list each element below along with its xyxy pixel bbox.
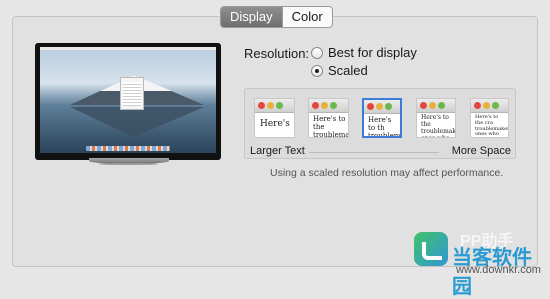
more-space-label: More Space (451, 145, 511, 157)
radio-scaled[interactable]: Scaled (311, 63, 368, 78)
scaled-options-box: Here's Here's to the troublemake Here's … (244, 88, 516, 159)
resolution-label: Resolution: (244, 46, 310, 61)
window-titlebar (417, 99, 455, 113)
window-titlebar (364, 100, 400, 114)
tab-display[interactable]: Display (221, 7, 282, 27)
zoom-dot (438, 102, 445, 109)
minimize-dot (321, 102, 328, 109)
close-dot (474, 102, 481, 109)
zoom-dot (330, 102, 337, 109)
tab-color[interactable]: Color (281, 7, 332, 27)
lake-reflection (70, 107, 204, 137)
window-titlebar (309, 99, 348, 113)
performance-note: Using a scaled resolution may affect per… (270, 167, 504, 179)
close-dot (258, 102, 265, 109)
minimize-dot (483, 102, 490, 109)
radio-label: Scaled (328, 63, 368, 78)
preview-window (120, 77, 144, 110)
close-dot (367, 103, 374, 110)
sample-text: Here's (260, 119, 290, 129)
close-dot (420, 102, 427, 109)
monitor-base (98, 163, 158, 165)
dock (86, 146, 170, 151)
minimize-dot (376, 103, 383, 110)
sample-text: Here's to the troublemakers, ones who se… (421, 114, 456, 137)
close-dot (312, 102, 319, 109)
window-titlebar (471, 99, 508, 113)
watermark-url: www.downkr.com (456, 264, 541, 276)
scale-option-5[interactable]: Here's to the cra troublemakers, ones wh… (470, 98, 509, 138)
zoom-dot (276, 102, 283, 109)
sample-text: Here's to the troublemake (313, 115, 348, 138)
scale-divider (309, 152, 439, 153)
menu-bar (40, 47, 216, 50)
desktop-preview (40, 47, 216, 153)
scale-option-4[interactable]: Here's to the troublemakers, ones who se… (416, 98, 456, 138)
scale-option-2[interactable]: Here's to the troublemake (308, 98, 349, 138)
minimize-dot (429, 102, 436, 109)
zoom-dot (492, 102, 499, 109)
scale-option-3-selected[interactable]: Here's to th troublemak ones who (362, 98, 402, 138)
monitor-icon (35, 43, 221, 160)
radio-button[interactable] (311, 46, 323, 59)
sample-text: Here's to th troublemak ones who (368, 116, 401, 138)
radio-label: Best for display (328, 45, 417, 60)
larger-text-label: Larger Text (250, 145, 305, 157)
tab-bar: Display Color (220, 6, 333, 28)
radio-button-selected[interactable] (311, 64, 323, 77)
minimize-dot (267, 102, 274, 109)
radio-best-for-display[interactable]: Best for display (311, 45, 417, 60)
watermark-logo-icon (414, 232, 448, 266)
scale-option-1[interactable]: Here's (254, 98, 295, 138)
sample-text: Here's to the cra troublemakers, ones wh… (475, 114, 509, 138)
window-titlebar (255, 99, 294, 113)
zoom-dot (385, 103, 392, 110)
